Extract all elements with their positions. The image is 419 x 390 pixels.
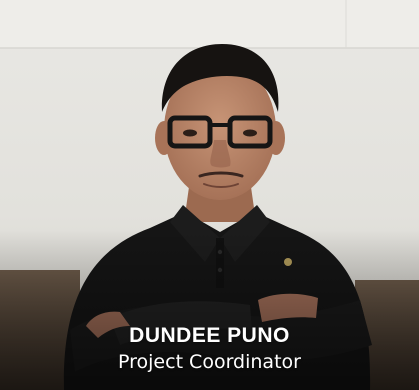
team-member-card: DUNDEE PUNO Project Coordinator: [0, 0, 419, 390]
member-name: DUNDEE PUNO: [129, 324, 290, 347]
member-title: Project Coordinator: [118, 351, 301, 373]
